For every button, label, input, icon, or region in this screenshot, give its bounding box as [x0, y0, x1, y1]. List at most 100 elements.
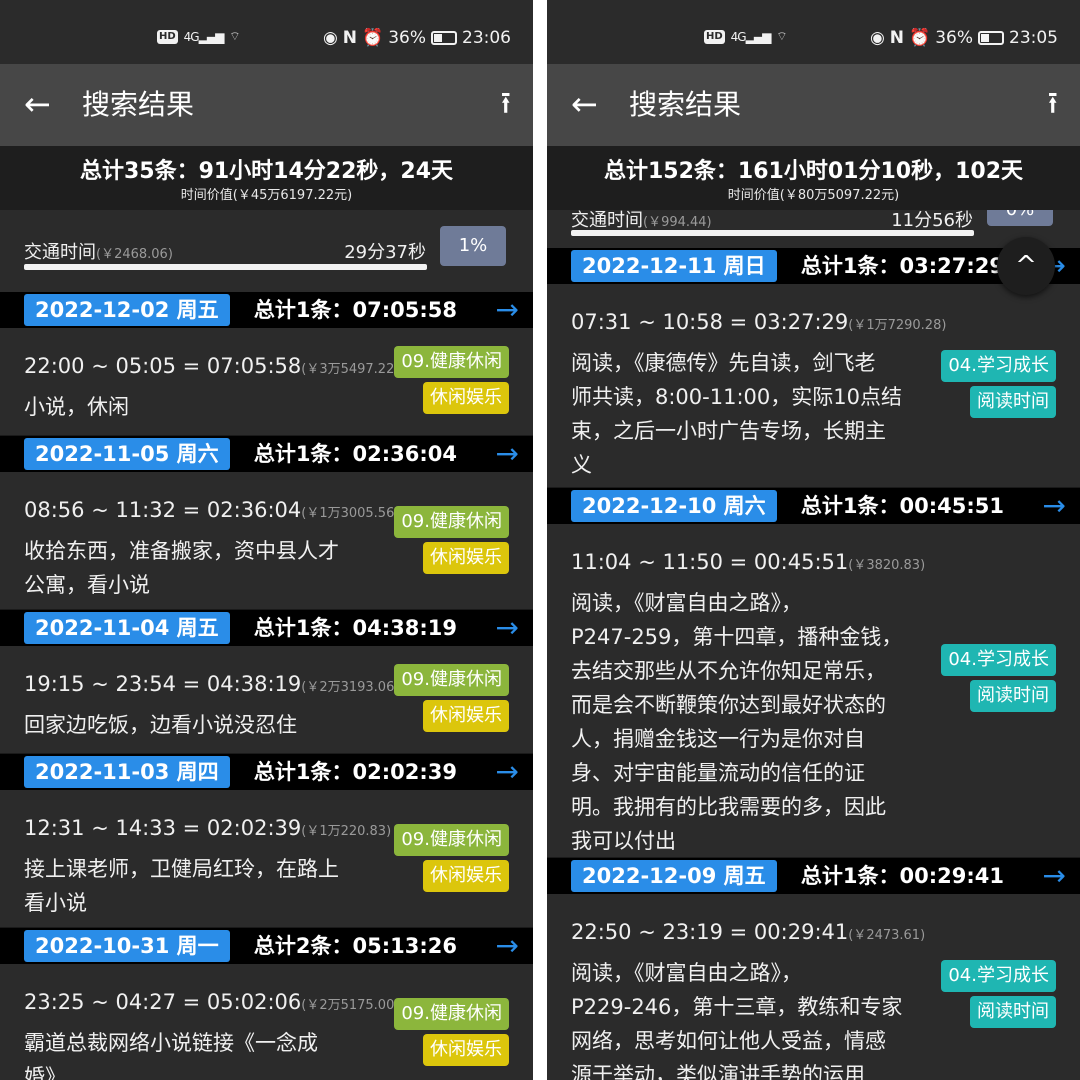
entry-desc-line: 我可以付出 [571, 829, 676, 853]
category-tag[interactable]: 04.学习成长 [941, 350, 1056, 382]
summary-total: 总计152条：161小时01分10秒，102天 [604, 159, 1023, 184]
day-total: 总计1条：02:36:04 [253, 442, 457, 466]
category-tag[interactable]: 09.健康休闲 [394, 824, 509, 856]
day-header[interactable]: 2022-12-09 周五 总计1条：00:29:41 → [547, 858, 1080, 894]
arrow-right-icon[interactable]: → [496, 436, 519, 472]
battery-icon [431, 31, 457, 45]
entry-money: (￥2473.61) [848, 928, 926, 943]
day-date-badge: 2022-12-02 周五 [24, 294, 230, 326]
share-upload-icon[interactable]: ⭱ [1048, 86, 1059, 122]
page-title: 搜索结果 [629, 88, 742, 121]
entry-item[interactable]: 08:56 ~ 11:32 = 02:36:04(￥1万3005.56) 收拾东… [0, 472, 533, 610]
day-total: 总计1条：07:05:58 [253, 298, 457, 322]
subcategory-tag[interactable]: 休闲娱乐 [423, 700, 509, 732]
battery-percent: 36% [388, 28, 426, 48]
stat-percent-badge: 1% [440, 226, 506, 266]
toolbar: ← 搜索结果 ⭱ [547, 64, 1080, 146]
arrow-right-icon[interactable]: → [1043, 488, 1066, 524]
arrow-right-icon[interactable]: → [496, 928, 519, 964]
entry-time-range: 22:50 ~ 23:19 = 00:29:41 [571, 920, 849, 944]
arrow-right-icon[interactable]: → [496, 754, 519, 790]
stat-duration: 29分37秒 [344, 242, 426, 263]
entry-money: (￥1万7290.28) [848, 318, 947, 333]
entry-desc-line: 人，捐赠金钱这一行为是你对自 [571, 727, 865, 751]
day-header[interactable]: 2022-12-02 周五 总计1条：07:05:58 → [0, 292, 533, 328]
back-arrow-icon[interactable]: ← [571, 84, 598, 124]
arrow-right-icon[interactable]: → [1043, 858, 1066, 894]
day-date-badge: 2022-11-03 周四 [24, 756, 230, 788]
stat-label: 交通时间 [571, 210, 643, 231]
entry-money: (￥1万3005.56) [301, 506, 400, 521]
entry-money: (￥2万3193.06) [301, 680, 400, 695]
category-tag[interactable]: 04.学习成长 [941, 960, 1056, 992]
day-header[interactable]: 2022-11-04 周五 总计1条：04:38:19 → [0, 610, 533, 646]
wifi-icon: ⌔ [229, 29, 241, 43]
subcategory-tag[interactable]: 休闲娱乐 [423, 1034, 509, 1066]
day-header[interactable]: 2022-10-31 周一 总计2条：05:13:26 → [0, 928, 533, 964]
entry-desc-line: 明。我拥有的比我需要的多，因此 [571, 795, 886, 819]
day-date-badge: 2022-11-05 周六 [24, 438, 230, 470]
day-total: 总计1条：03:27:29 [800, 254, 1004, 278]
entry-item[interactable]: 11:04 ~ 11:50 = 00:45:51(￥3820.83) 阅读，《财… [547, 524, 1080, 858]
clock: 23:05 [1009, 28, 1058, 48]
day-header[interactable]: 2022-11-05 周六 总计1条：02:36:04 → [0, 436, 533, 472]
eye-icon: ◉ [322, 28, 338, 48]
hd-icon: HD [157, 29, 178, 44]
entry-money: (￥2万5175.00) [301, 998, 400, 1013]
chevron-up-icon: ^ [1015, 251, 1037, 281]
category-tag[interactable]: 09.健康休闲 [394, 346, 509, 378]
entry-desc-line: 束，之后一小时广告专场，长期主 [571, 419, 886, 443]
entry-item[interactable]: 23:25 ~ 04:27 = 05:02:06(￥2万5175.00) 霸道总… [0, 964, 533, 1080]
entry-time-range: 07:31 ~ 10:58 = 03:27:29 [571, 310, 849, 334]
entry-time-range: 19:15 ~ 23:54 = 04:38:19 [24, 672, 302, 696]
day-date-badge: 2022-12-11 周日 [571, 250, 777, 282]
category-tag[interactable]: 09.健康休闲 [394, 998, 509, 1030]
entry-money: (￥3万5497.22) [301, 362, 400, 377]
day-total: 总计1条：00:45:51 [800, 494, 1004, 518]
entry-desc-line: 网络，思考如何让他人受益，情感 [571, 1029, 886, 1053]
toolbar: ← 搜索结果 ⭱ [0, 64, 533, 146]
subcategory-tag[interactable]: 阅读时间 [970, 386, 1056, 418]
subcategory-tag[interactable]: 休闲娱乐 [423, 382, 509, 414]
subcategory-tag[interactable]: 休闲娱乐 [423, 860, 509, 892]
day-date-badge: 2022-12-09 周五 [571, 860, 777, 892]
signal-icon: 4G▂▄▆ [730, 29, 772, 44]
subcategory-tag[interactable]: 阅读时间 [970, 680, 1056, 712]
arrow-right-icon[interactable]: → [496, 610, 519, 646]
entry-item[interactable]: 12:31 ~ 14:33 = 02:02:39(￥1万220.83) 接上课老… [0, 790, 533, 928]
entry-item[interactable]: 22:50 ~ 23:19 = 00:29:41(￥2473.61) 阅读，《财… [547, 894, 1080, 1080]
screenshot-root: HD 4G▂▄▆ ⌔ ◉ N ⏰ 36% 23:06 ← 搜索结果 ⭱ 总计35… [0, 0, 1080, 1080]
arrow-right-icon[interactable]: → [496, 292, 519, 328]
entry-item[interactable]: 22:00 ~ 05:05 = 07:05:58(￥3万5497.22) 小说，… [0, 328, 533, 436]
share-upload-icon[interactable]: ⭱ [501, 86, 512, 122]
scroll-to-top-button[interactable]: ^ [997, 237, 1055, 295]
day-header[interactable]: 2022-12-10 周六 总计1条：00:45:51 → [547, 488, 1080, 524]
subcategory-tag[interactable]: 阅读时间 [970, 996, 1056, 1028]
summary-banner: 总计35条：91小时14分22秒，24天 时间价值(￥45万6197.22元) [0, 146, 533, 210]
entry-item[interactable]: 07:31 ~ 10:58 = 03:27:29(￥1万7290.28) 阅读，… [547, 284, 1080, 488]
day-date-badge: 2022-11-04 周五 [24, 612, 230, 644]
nfc-icon: N [889, 28, 905, 48]
wifi-icon: ⌔ [776, 29, 788, 43]
entry-desc-line: 源于举动，类似演讲手势的运用 [571, 1063, 865, 1080]
entry-time-range: 23:25 ~ 04:27 = 05:02:06 [24, 990, 302, 1014]
left-phone-screen: HD 4G▂▄▆ ⌔ ◉ N ⏰ 36% 23:06 ← 搜索结果 ⭱ 总计35… [0, 0, 533, 1080]
category-tag[interactable]: 09.健康休闲 [394, 664, 509, 696]
status-bar: HD 4G▂▄▆ ⌔ ◉ N ⏰ 36% 23:05 [547, 0, 1080, 64]
category-tag[interactable]: 09.健康休闲 [394, 506, 509, 538]
stat-money: (￥994.44) [643, 215, 712, 230]
day-total: 总计2条：05:13:26 [253, 934, 457, 958]
stat-row-transport[interactable]: 交通时间(￥2468.06) 29分37秒 1% [0, 226, 533, 278]
stat-progress-bar [24, 264, 427, 270]
back-arrow-icon[interactable]: ← [24, 84, 51, 124]
nfc-icon: N [342, 28, 358, 48]
entry-item[interactable]: 19:15 ~ 23:54 = 04:38:19(￥2万3193.06) 回家边… [0, 646, 533, 754]
stat-money: (￥2468.06) [96, 247, 173, 262]
summary-total: 总计35条：91小时14分22秒，24天 [79, 159, 454, 184]
day-date-badge: 2022-12-10 周六 [571, 490, 777, 522]
subcategory-tag[interactable]: 休闲娱乐 [423, 542, 509, 574]
day-total: 总计1条：04:38:19 [253, 616, 457, 640]
day-header[interactable]: 2022-11-03 周四 总计1条：02:02:39 → [0, 754, 533, 790]
category-tag[interactable]: 04.学习成长 [941, 644, 1056, 676]
entry-desc-line: 义 [571, 453, 592, 477]
